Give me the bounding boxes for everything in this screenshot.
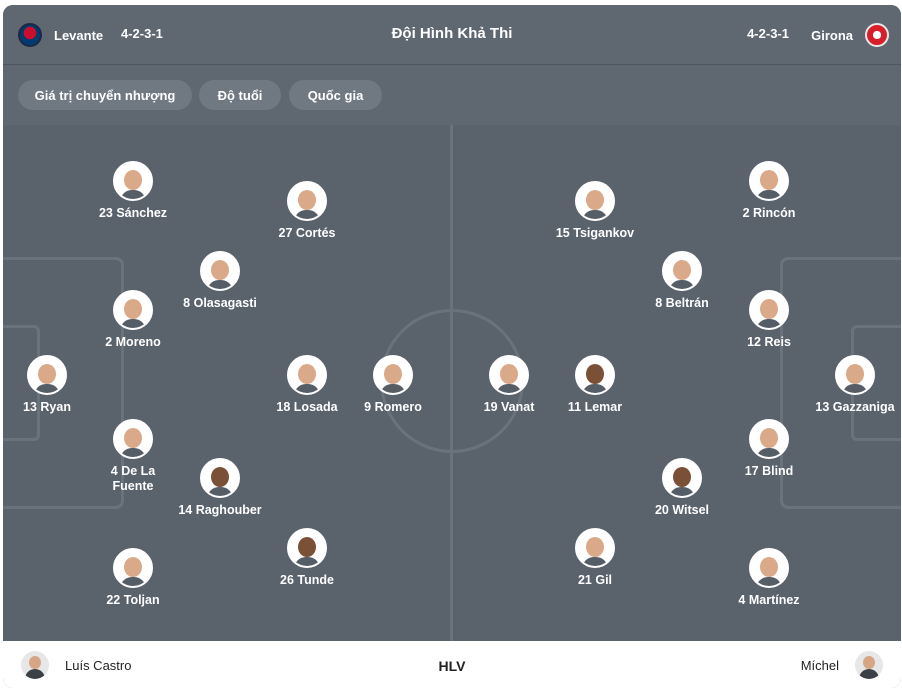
player-photo	[835, 355, 875, 395]
player-photo	[749, 548, 789, 588]
player-name: 4 Martínez	[738, 593, 800, 607]
pitch: 23 Sánchez 27 Cortés 8 Olasagasti 2 More…	[3, 125, 901, 641]
player-name: 4 De La Fuente	[110, 464, 156, 493]
away-team-name: Girona	[811, 27, 853, 43]
coach-photo	[855, 651, 883, 679]
player-name: 2 Rincón	[742, 206, 796, 220]
player-cortes[interactable]: 27 Cortés	[247, 181, 367, 241]
player-name: 2 Moreno	[105, 335, 161, 349]
player-tsigankov[interactable]: 15 Tsigankov	[535, 181, 655, 241]
player-photo	[27, 355, 67, 395]
coach-label: HLV	[438, 658, 466, 674]
lineup-header: Levante 4-2-3-1 Đội Hình Khả Thi 4-2-3-1…	[3, 5, 901, 65]
player-photo	[287, 355, 327, 395]
player-photo	[489, 355, 529, 395]
player-witsel[interactable]: 20 Witsel	[622, 458, 742, 518]
player-photo	[113, 548, 153, 588]
player-romero[interactable]: 9 Romero	[333, 355, 453, 415]
coaches-bar: Luís Castro HLV Míchel	[3, 641, 901, 688]
player-name: 9 Romero	[364, 400, 422, 414]
player-photo	[287, 181, 327, 221]
player-name: 26 Tunde	[280, 573, 334, 587]
player-name: 15 Tsigankov	[555, 226, 635, 240]
player-photo	[113, 290, 153, 330]
player-name: 13 Gazzaniga	[815, 400, 895, 414]
filter-chip-market-value[interactable]: Giá trị chuyển nhượng	[18, 80, 192, 110]
player-name: 20 Witsel	[654, 503, 710, 517]
filter-bar: Giá trị chuyển nhượng Độ tuổi Quốc gia	[3, 65, 901, 125]
player-martinez[interactable]: 4 Martínez	[709, 548, 829, 608]
player-name: 27 Cortés	[278, 226, 336, 240]
player-raghouber[interactable]: 14 Raghouber	[160, 458, 280, 518]
player-name: 13 Ryan	[23, 400, 71, 414]
away-team[interactable]: Girona	[811, 5, 889, 65]
player-tunde[interactable]: 26 Tunde	[247, 528, 367, 588]
player-photo	[200, 251, 240, 291]
player-photo	[113, 161, 153, 201]
girona-crest-icon	[865, 23, 889, 47]
player-photo	[200, 458, 240, 498]
player-name: 14 Raghouber	[178, 503, 262, 517]
player-photo	[575, 528, 615, 568]
player-moreno[interactable]: 2 Moreno	[73, 290, 193, 350]
filter-chip-age[interactable]: Độ tuổi	[199, 80, 281, 110]
player-photo	[287, 528, 327, 568]
player-gazzaniga[interactable]: 13 Gazzaniga	[795, 355, 901, 415]
player-photo	[749, 161, 789, 201]
player-gil[interactable]: 21 Gil	[535, 528, 655, 588]
away-formation: 4-2-3-1	[747, 26, 789, 41]
player-photo	[662, 251, 702, 291]
player-photo	[575, 355, 615, 395]
player-name: 11 Lemar	[567, 400, 623, 414]
player-name: 12 Reis	[747, 335, 791, 349]
filter-chip-nationality[interactable]: Quốc gia	[289, 80, 382, 110]
player-toljan[interactable]: 22 Toljan	[73, 548, 193, 608]
lineup-card: Levante 4-2-3-1 Đội Hình Khả Thi 4-2-3-1…	[3, 5, 901, 688]
player-photo	[662, 458, 702, 498]
away-coach-name: Míchel	[800, 657, 839, 673]
player-name: 23 Sánchez	[98, 206, 168, 220]
player-sanchez[interactable]: 23 Sánchez	[73, 161, 193, 221]
player-photo	[373, 355, 413, 395]
player-reis[interactable]: 12 Reis	[709, 290, 829, 350]
player-photo	[113, 419, 153, 459]
player-name: 22 Toljan	[106, 593, 160, 607]
player-lemar[interactable]: 11 Lemar	[535, 355, 655, 415]
player-photo	[749, 290, 789, 330]
player-photo	[575, 181, 615, 221]
player-photo	[749, 419, 789, 459]
player-name: 21 Gil	[577, 573, 613, 587]
player-ryan[interactable]: 13 Ryan	[3, 355, 107, 415]
away-coach[interactable]: Míchel	[801, 651, 883, 679]
player-rincon[interactable]: 2 Rincón	[709, 161, 829, 221]
